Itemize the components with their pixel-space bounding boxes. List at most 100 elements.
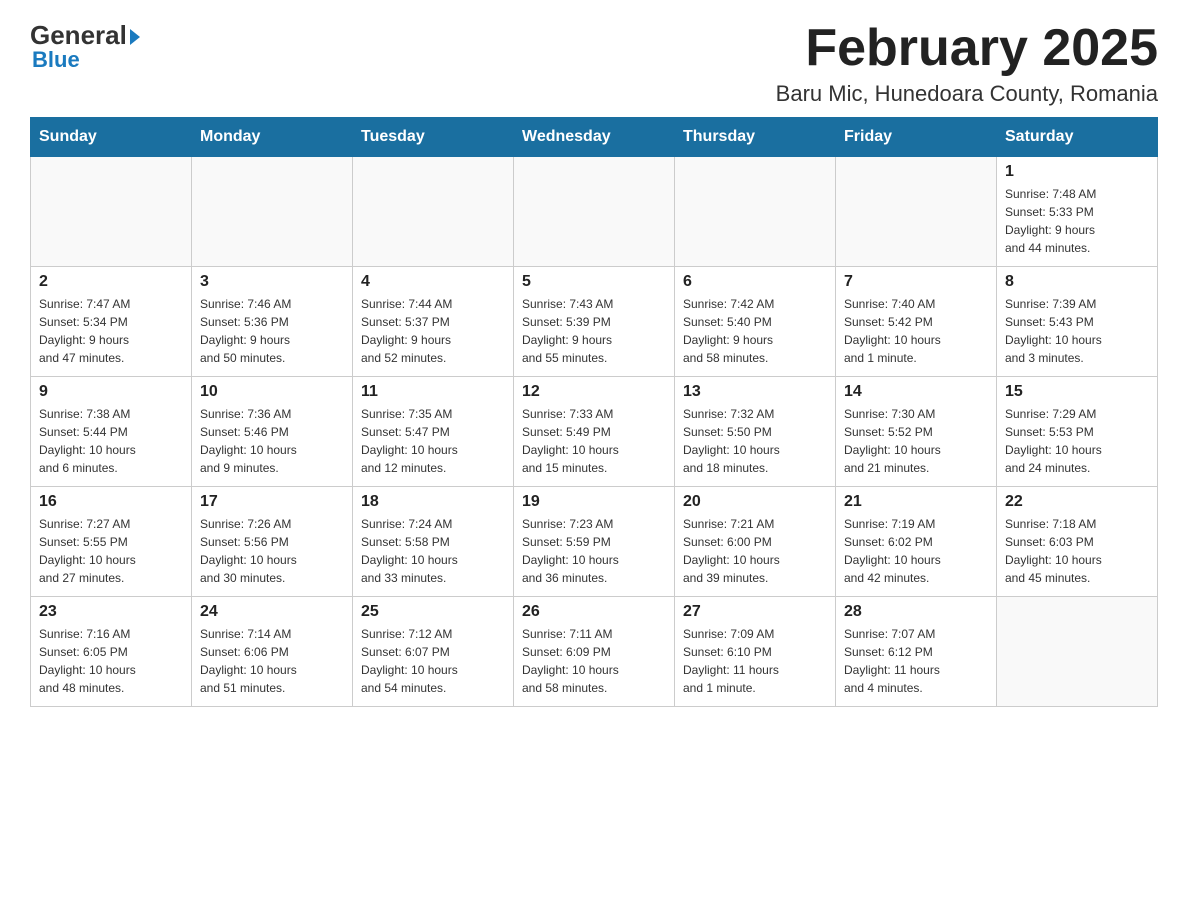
calendar-cell: 4Sunrise: 7:44 AMSunset: 5:37 PMDaylight… bbox=[353, 267, 514, 377]
day-number: 9 bbox=[39, 383, 183, 401]
day-info: Sunrise: 7:39 AMSunset: 5:43 PMDaylight:… bbox=[1005, 295, 1149, 367]
day-info: Sunrise: 7:46 AMSunset: 5:36 PMDaylight:… bbox=[200, 295, 344, 367]
calendar-cell bbox=[836, 157, 997, 267]
calendar-cell: 3 Sunrise: 7:46 AMSunset: 5:36 PMDaylight… bbox=[192, 267, 353, 377]
calendar-header: SundayMondayTuesdayWednesdayThursdayFrid… bbox=[31, 118, 1158, 157]
day-info: Sunrise: 7:32 AMSunset: 5:50 PMDaylight:… bbox=[683, 405, 827, 477]
calendar-cell: 21 Sunrise: 7:19 AMSunset: 6:02 PMDayligh… bbox=[836, 487, 997, 597]
calendar-cell: 26 Sunrise: 7:11 AMSunset: 6:09 PMDayligh… bbox=[514, 597, 675, 707]
day-number: 6 bbox=[683, 273, 827, 291]
calendar-cell bbox=[675, 157, 836, 267]
day-info: Sunrise: 7:40 AMSunset: 5:42 PMDaylight:… bbox=[844, 295, 988, 367]
week-row-5: 23 Sunrise: 7:16 AMSunset: 6:05 PMDayligh… bbox=[31, 597, 1158, 707]
day-info: Sunrise: 7:24 AMSunset: 5:58 PMDaylight:… bbox=[361, 515, 505, 587]
day-number: 22 bbox=[1005, 493, 1149, 511]
calendar-cell: 19 Sunrise: 7:23 AMSunset: 5:59 PMDayligh… bbox=[514, 487, 675, 597]
week-row-4: 16 Sunrise: 7:27 AMSunset: 5:55 PMDayligh… bbox=[31, 487, 1158, 597]
day-header-sunday: Sunday bbox=[31, 118, 192, 157]
day-info: Sunrise: 7:43 AMSunset: 5:39 PMDaylight:… bbox=[522, 295, 666, 367]
calendar-cell: 1 Sunrise: 7:48 AMSunset: 5:33 PMDaylight… bbox=[997, 157, 1158, 267]
day-info: Sunrise: 7:12 AMSunset: 6:07 PMDaylight:… bbox=[361, 625, 505, 697]
day-number: 28 bbox=[844, 603, 988, 621]
calendar-cell: 28Sunrise: 7:07 AMSunset: 6:12 PMDayligh… bbox=[836, 597, 997, 707]
day-header-tuesday: Tuesday bbox=[353, 118, 514, 157]
week-row-1: 1 Sunrise: 7:48 AMSunset: 5:33 PMDaylight… bbox=[31, 157, 1158, 267]
day-number: 3 bbox=[200, 273, 344, 291]
calendar-cell bbox=[353, 157, 514, 267]
day-number: 16 bbox=[39, 493, 183, 511]
calendar-cell: 8 Sunrise: 7:39 AMSunset: 5:43 PMDaylight… bbox=[997, 267, 1158, 377]
day-info: Sunrise: 7:09 AMSunset: 6:10 PMDaylight:… bbox=[683, 625, 827, 697]
day-number: 14 bbox=[844, 383, 988, 401]
calendar-cell: 13 Sunrise: 7:32 AMSunset: 5:50 PMDayligh… bbox=[675, 377, 836, 487]
week-row-3: 9 Sunrise: 7:38 AMSunset: 5:44 PMDaylight… bbox=[31, 377, 1158, 487]
day-number: 20 bbox=[683, 493, 827, 511]
day-number: 7 bbox=[844, 273, 988, 291]
calendar-cell: 18 Sunrise: 7:24 AMSunset: 5:58 PMDayligh… bbox=[353, 487, 514, 597]
calendar-cell: 11Sunrise: 7:35 AMSunset: 5:47 PMDayligh… bbox=[353, 377, 514, 487]
day-info: Sunrise: 7:27 AMSunset: 5:55 PMDaylight:… bbox=[39, 515, 183, 587]
day-info: Sunrise: 7:11 AMSunset: 6:09 PMDaylight:… bbox=[522, 625, 666, 697]
day-number: 13 bbox=[683, 383, 827, 401]
calendar-cell: 12Sunrise: 7:33 AMSunset: 5:49 PMDayligh… bbox=[514, 377, 675, 487]
day-number: 25 bbox=[361, 603, 505, 621]
page-header: General Blue February 2025 Baru Mic, Hun… bbox=[30, 20, 1158, 107]
day-info: Sunrise: 7:47 AMSunset: 5:34 PMDaylight:… bbox=[39, 295, 183, 367]
day-header-saturday: Saturday bbox=[997, 118, 1158, 157]
calendar-table: SundayMondayTuesdayWednesdayThursdayFrid… bbox=[30, 117, 1158, 707]
calendar-body: 1 Sunrise: 7:48 AMSunset: 5:33 PMDaylight… bbox=[31, 157, 1158, 707]
calendar-cell: 24 Sunrise: 7:14 AMSunset: 6:06 PMDayligh… bbox=[192, 597, 353, 707]
day-info: Sunrise: 7:23 AMSunset: 5:59 PMDaylight:… bbox=[522, 515, 666, 587]
calendar-cell: 14 Sunrise: 7:30 AMSunset: 5:52 PMDayligh… bbox=[836, 377, 997, 487]
calendar-cell: 15Sunrise: 7:29 AMSunset: 5:53 PMDayligh… bbox=[997, 377, 1158, 487]
day-header-thursday: Thursday bbox=[675, 118, 836, 157]
day-number: 12 bbox=[522, 383, 666, 401]
day-header-monday: Monday bbox=[192, 118, 353, 157]
day-info: Sunrise: 7:44 AMSunset: 5:37 PMDaylight:… bbox=[361, 295, 505, 367]
day-number: 23 bbox=[39, 603, 183, 621]
week-row-2: 2Sunrise: 7:47 AMSunset: 5:34 PMDaylight… bbox=[31, 267, 1158, 377]
logo: General Blue bbox=[30, 20, 140, 73]
calendar-cell: 17Sunrise: 7:26 AMSunset: 5:56 PMDayligh… bbox=[192, 487, 353, 597]
logo-arrow-icon bbox=[130, 29, 140, 45]
day-info: Sunrise: 7:30 AMSunset: 5:52 PMDaylight:… bbox=[844, 405, 988, 477]
day-info: Sunrise: 7:16 AMSunset: 6:05 PMDaylight:… bbox=[39, 625, 183, 697]
day-info: Sunrise: 7:38 AMSunset: 5:44 PMDaylight:… bbox=[39, 405, 183, 477]
calendar-cell: 5 Sunrise: 7:43 AMSunset: 5:39 PMDaylight… bbox=[514, 267, 675, 377]
day-info: Sunrise: 7:18 AMSunset: 6:03 PMDaylight:… bbox=[1005, 515, 1149, 587]
days-of-week-row: SundayMondayTuesdayWednesdayThursdayFrid… bbox=[31, 118, 1158, 157]
day-number: 18 bbox=[361, 493, 505, 511]
calendar-cell: 25 Sunrise: 7:12 AMSunset: 6:07 PMDayligh… bbox=[353, 597, 514, 707]
logo-blue: Blue bbox=[32, 47, 80, 73]
day-number: 11 bbox=[361, 383, 505, 401]
day-info: Sunrise: 7:48 AMSunset: 5:33 PMDaylight:… bbox=[1005, 185, 1149, 257]
title-block: February 2025 Baru Mic, Hunedoara County… bbox=[776, 20, 1158, 107]
calendar-cell: 9 Sunrise: 7:38 AMSunset: 5:44 PMDaylight… bbox=[31, 377, 192, 487]
day-number: 24 bbox=[200, 603, 344, 621]
day-info: Sunrise: 7:21 AMSunset: 6:00 PMDaylight:… bbox=[683, 515, 827, 587]
calendar-title: February 2025 bbox=[776, 20, 1158, 77]
day-header-wednesday: Wednesday bbox=[514, 118, 675, 157]
day-number: 21 bbox=[844, 493, 988, 511]
calendar-cell bbox=[514, 157, 675, 267]
day-number: 19 bbox=[522, 493, 666, 511]
calendar-cell: 7 Sunrise: 7:40 AMSunset: 5:42 PMDaylight… bbox=[836, 267, 997, 377]
day-number: 8 bbox=[1005, 273, 1149, 291]
day-number: 10 bbox=[200, 383, 344, 401]
calendar-cell bbox=[192, 157, 353, 267]
day-info: Sunrise: 7:14 AMSunset: 6:06 PMDaylight:… bbox=[200, 625, 344, 697]
calendar-cell: 22 Sunrise: 7:18 AMSunset: 6:03 PMDayligh… bbox=[997, 487, 1158, 597]
day-number: 15 bbox=[1005, 383, 1149, 401]
day-info: Sunrise: 7:26 AMSunset: 5:56 PMDaylight:… bbox=[200, 515, 344, 587]
day-header-friday: Friday bbox=[836, 118, 997, 157]
calendar-cell: 16 Sunrise: 7:27 AMSunset: 5:55 PMDayligh… bbox=[31, 487, 192, 597]
day-info: Sunrise: 7:42 AMSunset: 5:40 PMDaylight:… bbox=[683, 295, 827, 367]
calendar-cell bbox=[997, 597, 1158, 707]
calendar-cell: 27Sunrise: 7:09 AMSunset: 6:10 PMDayligh… bbox=[675, 597, 836, 707]
calendar-cell: 10Sunrise: 7:36 AMSunset: 5:46 PMDayligh… bbox=[192, 377, 353, 487]
day-number: 26 bbox=[522, 603, 666, 621]
day-number: 5 bbox=[522, 273, 666, 291]
calendar-cell: 2Sunrise: 7:47 AMSunset: 5:34 PMDaylight… bbox=[31, 267, 192, 377]
day-number: 1 bbox=[1005, 163, 1149, 181]
day-info: Sunrise: 7:19 AMSunset: 6:02 PMDaylight:… bbox=[844, 515, 988, 587]
